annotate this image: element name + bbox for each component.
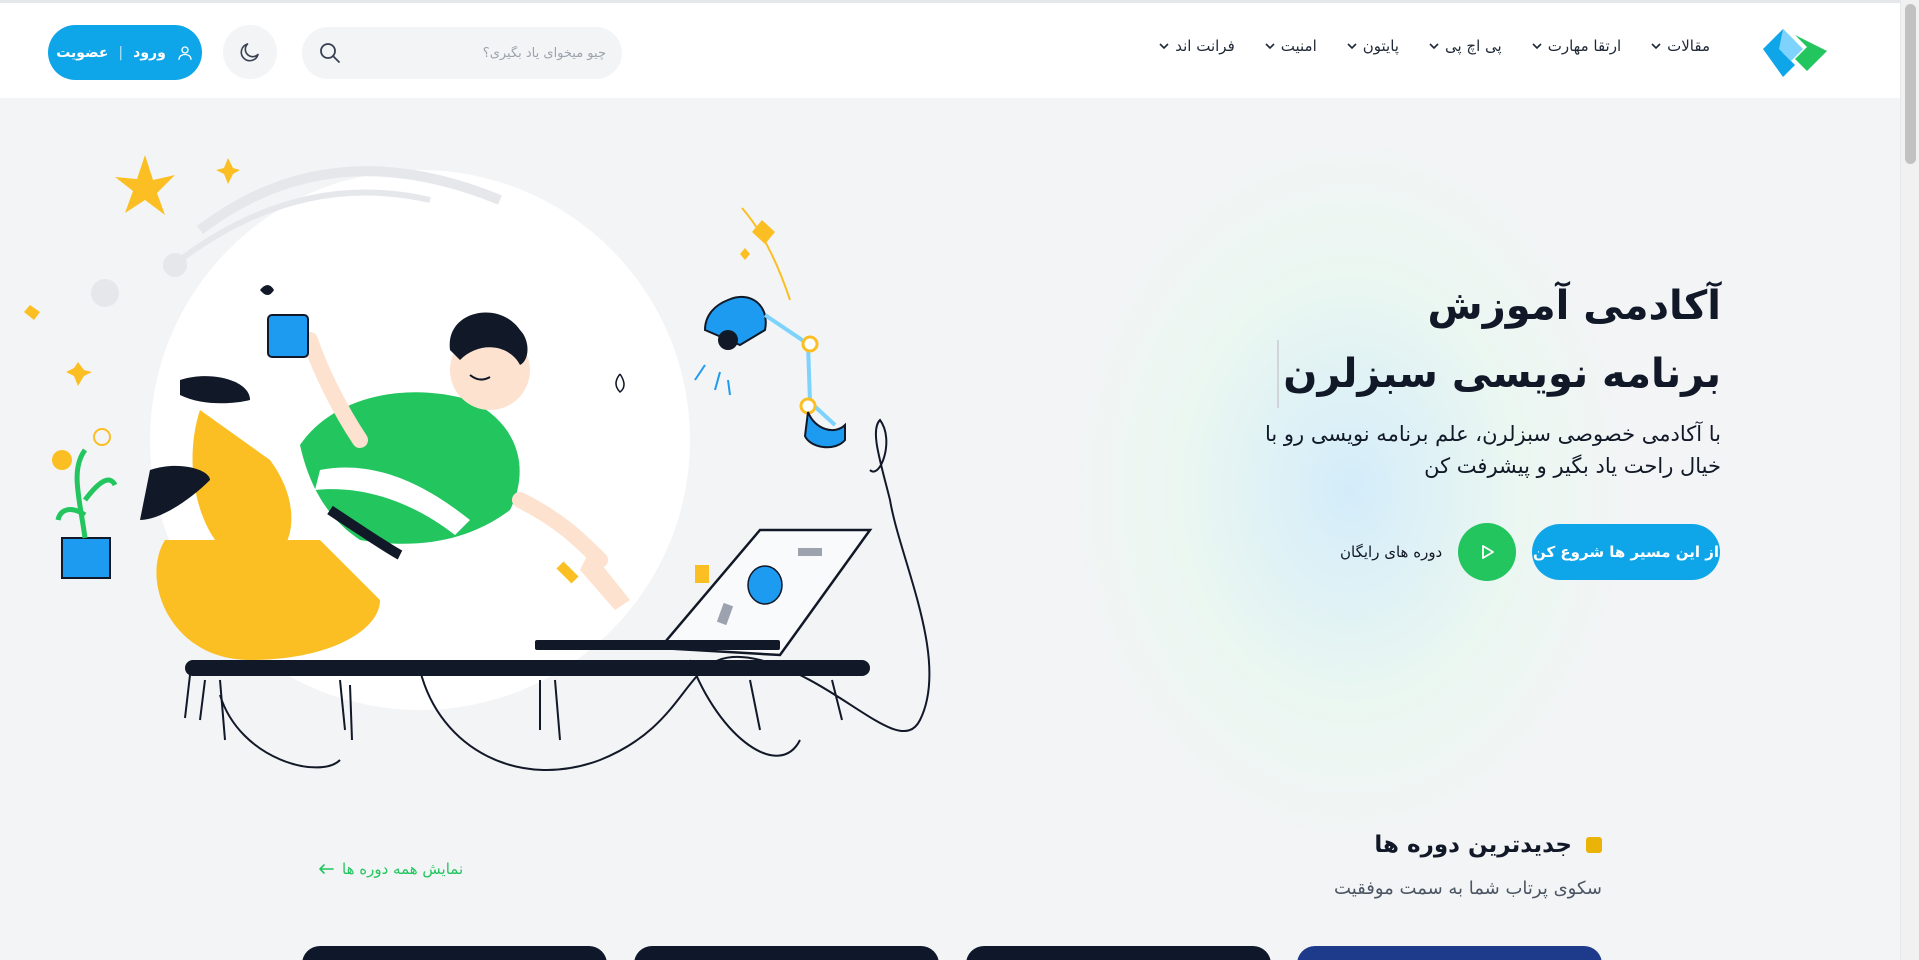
latest-courses-subtitle: سکوی پرتاب شما به سمت موفقیت	[1334, 878, 1602, 899]
nav-label: ارتقا مهارت	[1547, 37, 1622, 55]
show-all-courses-link[interactable]: نمایش همه دوره ها	[318, 860, 463, 878]
latest-courses-heading: جدیدترین دوره ها	[1374, 832, 1602, 858]
free-courses-link[interactable]: دوره های رایگان	[1340, 523, 1517, 581]
login-signup-button[interactable]: ورود | عضویت	[48, 25, 202, 80]
page-scrollbar[interactable]	[1900, 0, 1919, 960]
nav-item-frontend[interactable]: فرانت اند	[1159, 37, 1235, 55]
nav-item-articles[interactable]: مقالات	[1651, 37, 1710, 55]
start-paths-button[interactable]: از این مسیر ها شروع کن	[1532, 524, 1720, 580]
nav-label: پایتون	[1362, 37, 1399, 55]
site-header: فرانت اند امنیت پایتون پی اچ پی ارتقا مه…	[0, 0, 1900, 98]
search-box	[302, 27, 622, 79]
hero-illustration	[24, 155, 931, 771]
chevron-down-icon	[1429, 43, 1439, 50]
free-courses-label: دوره های رایگان	[1340, 543, 1443, 561]
heading-square-icon	[1586, 837, 1602, 853]
chevron-down-icon	[1347, 43, 1357, 50]
chevron-down-icon	[1159, 43, 1169, 50]
chevron-down-icon	[1532, 43, 1542, 50]
scrollbar-thumb[interactable]	[1905, 4, 1916, 164]
hero-title-line1: آکادمی آموزش	[1427, 283, 1721, 329]
hero-description: با آکادمی خصوصی سبزلرن، علم برنامه نویسی…	[1264, 422, 1721, 478]
site-logo[interactable]	[1755, 25, 1835, 81]
search-input[interactable]	[350, 45, 606, 61]
course-card[interactable]	[634, 946, 939, 960]
hero-title-line2: برنامه نویسی سبزلرن	[1277, 340, 1721, 408]
nav-item-skills[interactable]: ارتقا مهارت	[1532, 37, 1621, 55]
nav-label: پی اچ پی	[1444, 37, 1502, 55]
login-separator: |	[118, 44, 124, 61]
course-card[interactable]	[1297, 946, 1602, 960]
nav-item-php[interactable]: پی اچ پی	[1429, 37, 1502, 55]
main-nav: فرانت اند امنیت پایتون پی اچ پی ارتقا مه…	[1159, 37, 1710, 55]
nav-label: فرانت اند	[1175, 37, 1235, 55]
show-all-label: نمایش همه دوره ها	[342, 860, 464, 878]
theme-toggle-button[interactable]	[223, 25, 277, 79]
play-icon	[1482, 545, 1495, 559]
hero-title: آکادمی آموزش برنامه نویسی سبزلرن	[1201, 272, 1721, 408]
moon-icon	[240, 43, 259, 62]
user-icon	[178, 45, 192, 60]
arrow-left-icon	[319, 864, 334, 874]
chevron-down-icon	[1651, 43, 1661, 50]
play-button[interactable]	[1458, 523, 1517, 581]
course-card[interactable]	[966, 946, 1271, 960]
course-card[interactable]	[302, 946, 607, 960]
nav-label: امنیت	[1280, 37, 1317, 55]
latest-courses-title: جدیدترین دوره ها	[1374, 832, 1572, 858]
nav-label: مقالات	[1667, 37, 1710, 55]
nav-item-python[interactable]: پایتون	[1347, 37, 1399, 55]
hero-background-glow	[1050, 110, 1650, 870]
search-icon[interactable]	[318, 41, 342, 65]
signup-label: عضویت	[56, 44, 109, 61]
login-label: ورود	[133, 44, 166, 61]
nav-item-security[interactable]: امنیت	[1265, 37, 1317, 55]
chevron-down-icon	[1265, 43, 1275, 50]
